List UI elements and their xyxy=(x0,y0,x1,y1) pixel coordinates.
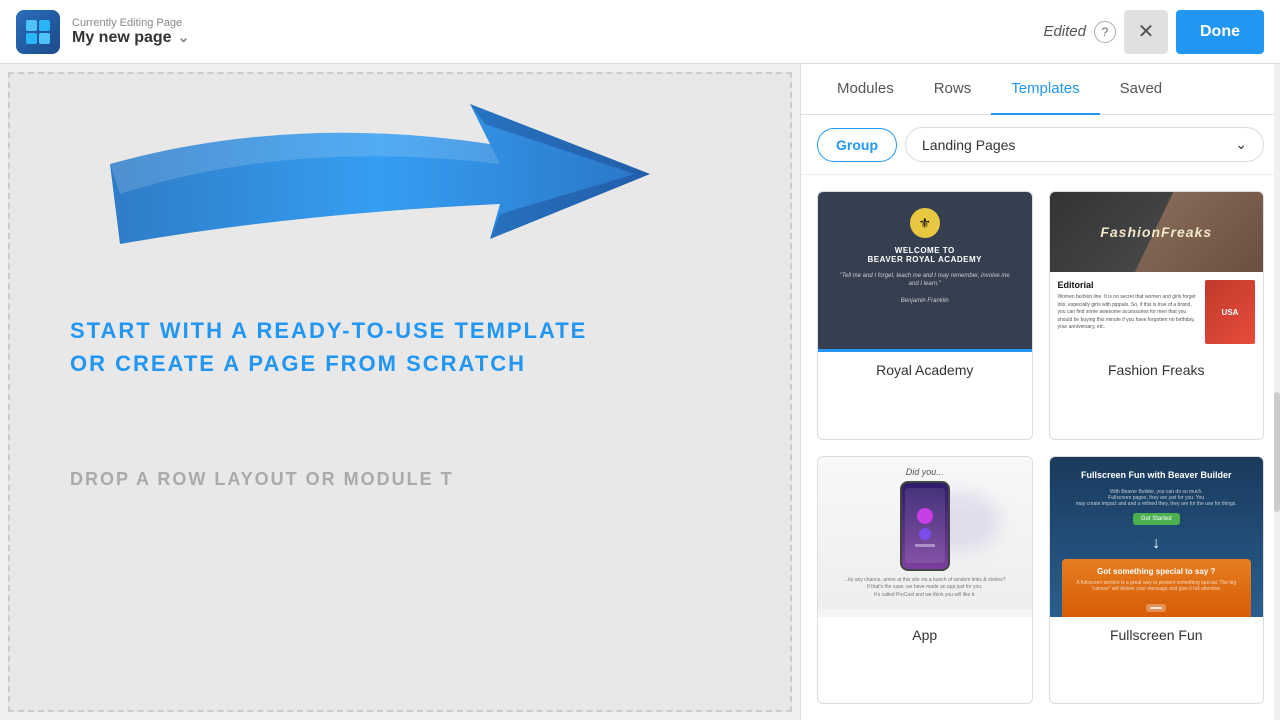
tab-templates[interactable]: Templates xyxy=(991,64,1099,115)
template-name-fashion: Fashion Freaks xyxy=(1050,352,1264,388)
app-icon xyxy=(16,10,60,54)
header-left: Currently Editing Page My new page ⌄ xyxy=(0,10,1027,54)
tab-rows[interactable]: Rows xyxy=(914,64,992,115)
header: Currently Editing Page My new page ⌄ Edi… xyxy=(0,0,1280,64)
template-name-app: App xyxy=(818,617,1032,653)
template-thumbnail-royal: ⚜ WELCOME TOBEAVER ROYAL ACADEMY "Tell m… xyxy=(818,192,1032,352)
template-card-royal-academy[interactable]: ⚜ WELCOME TOBEAVER ROYAL ACADEMY "Tell m… xyxy=(817,191,1033,440)
template-name-royal: Royal Academy xyxy=(818,352,1032,388)
chevron-down-icon: ⌄ xyxy=(1235,136,1247,153)
template-name-fullscreen: Fullscreen Fun xyxy=(1050,617,1264,653)
canvas-drop-text: DROP A ROW LAYOUT OR MODULE T xyxy=(70,469,750,490)
page-name[interactable]: My new page ⌄ xyxy=(72,29,189,47)
canvas-main-text: START WITH A READY-TO-USE TEMPLATE OR CR… xyxy=(70,314,750,380)
main: START WITH A READY-TO-USE TEMPLATE OR CR… xyxy=(0,64,1280,720)
filter-group-button[interactable]: Group xyxy=(817,128,897,162)
royal-badge: ⚜ xyxy=(910,208,940,238)
currently-editing-label: Currently Editing Page xyxy=(72,17,189,29)
arrow-container xyxy=(90,84,670,304)
tab-modules[interactable]: Modules xyxy=(817,64,914,115)
edited-status: Edited xyxy=(1043,23,1086,40)
tabs: Modules Rows Templates Saved xyxy=(801,64,1280,115)
template-card-fullscreen[interactable]: Fullscreen Fun with Beaver Builder With … xyxy=(1049,456,1265,705)
header-right: Edited ? ✕ Done xyxy=(1027,10,1280,54)
done-button[interactable]: Done xyxy=(1176,10,1264,54)
template-thumbnail-app: Did you... xyxy=(818,457,1032,617)
template-card-fashion-freaks[interactable]: FashionFreaks Editorial Women fashion li… xyxy=(1049,191,1265,440)
chevron-down-icon[interactable]: ⌄ xyxy=(178,29,190,46)
filter-dropdown[interactable]: Landing Pages ⌄ xyxy=(905,127,1264,162)
template-card-app[interactable]: Did you... xyxy=(817,456,1033,705)
page-info: Currently Editing Page My new page ⌄ xyxy=(72,17,189,47)
tab-saved[interactable]: Saved xyxy=(1100,64,1183,115)
template-grid: ⚜ WELCOME TOBEAVER ROYAL ACADEMY "Tell m… xyxy=(801,175,1280,720)
scrollbar-thumb[interactable] xyxy=(1274,392,1280,512)
side-panel: Modules Rows Templates Saved Group Landi… xyxy=(800,64,1280,720)
canvas-area[interactable]: START WITH A READY-TO-USE TEMPLATE OR CR… xyxy=(8,72,792,712)
filter-bar: Group Landing Pages ⌄ xyxy=(801,115,1280,175)
template-thumbnail-fashion: FashionFreaks Editorial Women fashion li… xyxy=(1050,192,1264,352)
scrollbar[interactable] xyxy=(1274,64,1280,720)
close-button[interactable]: ✕ xyxy=(1124,10,1168,54)
template-thumbnail-beaver: Fullscreen Fun with Beaver Builder With … xyxy=(1050,457,1264,617)
help-icon[interactable]: ? xyxy=(1094,21,1116,43)
